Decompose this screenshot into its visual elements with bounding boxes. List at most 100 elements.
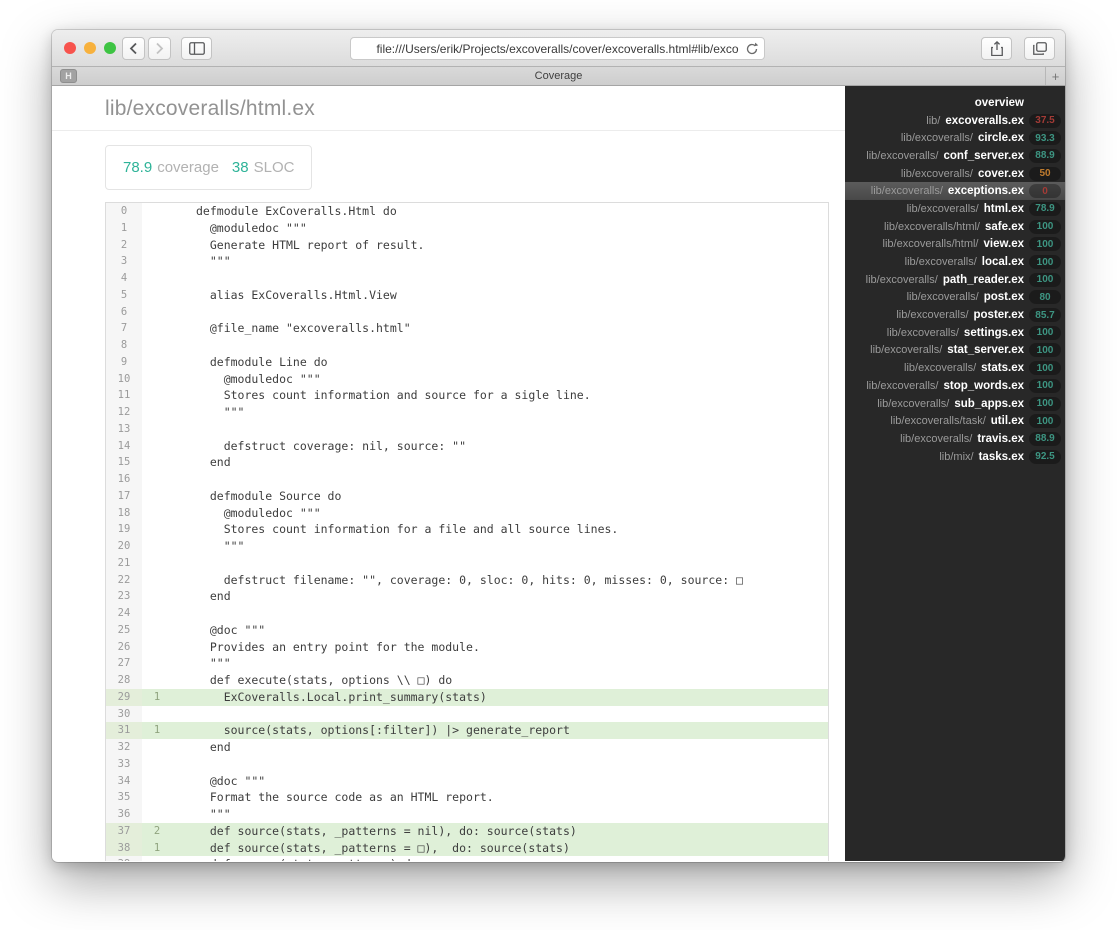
- line-hit-count: [142, 387, 172, 404]
- line-source: defmodule ExCoveralls.Html do: [196, 204, 397, 218]
- code-line-row: 10 @moduledoc """: [106, 370, 828, 388]
- coverage-percent-badge: 88.9: [1029, 148, 1061, 163]
- code-line-row: 36 """: [106, 806, 828, 823]
- code-line-row: 4: [106, 270, 828, 287]
- coverage-percent-badge: 78.9: [1029, 201, 1061, 216]
- code-line-row: 24: [106, 605, 828, 622]
- coverage-report-main: lib/excoveralls/html.ex 78.9 coverage 38…: [52, 86, 845, 861]
- line-source: end: [196, 589, 231, 604]
- sidebar-file-item[interactable]: lib/excoveralls/ post.ex 80: [845, 289, 1065, 307]
- sidebar-file-item[interactable]: lib/excoveralls/ circle.ex 93.3: [845, 129, 1065, 147]
- sidebar-file-item[interactable]: lib/excoveralls/html/ safe.ex 100: [845, 218, 1065, 236]
- sidebar-file-item[interactable]: lib/excoveralls/ conf_server.ex 88.9: [845, 147, 1065, 165]
- code-line-row: 33: [106, 755, 828, 773]
- file-name: stats.ex: [981, 362, 1024, 375]
- line-source: [172, 304, 196, 321]
- sidebar-panel-icon: [188, 42, 205, 55]
- file-directory: lib/excoveralls/: [866, 379, 939, 392]
- line-number: 33: [106, 755, 142, 773]
- sidebar-file-item[interactable]: lib/ excoveralls.ex 37.5: [845, 112, 1065, 130]
- line-source: [172, 337, 196, 354]
- code-line-row: 7 @file_name "excoveralls.html": [106, 320, 828, 337]
- coverage-percent-badge: 100: [1029, 325, 1061, 340]
- line-number: 30: [106, 705, 142, 723]
- line-source: def execute(stats, options \\ □) do: [196, 673, 453, 687]
- sidebar-file-item[interactable]: lib/excoveralls/ poster.ex 85.7: [845, 306, 1065, 324]
- coverage-percent-badge: 100: [1029, 414, 1061, 429]
- browser-toolbar: file:///Users/erik/Projects/excoveralls/…: [52, 30, 1065, 67]
- code-line-row: 1 @moduledoc """: [106, 219, 828, 237]
- file-directory: lib/excoveralls/: [886, 326, 959, 339]
- line-number: 8: [106, 337, 142, 354]
- sidebar-file-item[interactable]: lib/excoveralls/ html.ex 78.9: [845, 200, 1065, 218]
- line-hit-count: [142, 572, 172, 589]
- line-number: 21: [106, 554, 142, 572]
- file-name: conf_server.ex: [943, 149, 1024, 162]
- sidebar-file-item[interactable]: lib/excoveralls/ cover.ex 50: [845, 165, 1065, 183]
- line-source: [172, 605, 196, 622]
- file-name: poster.ex: [973, 309, 1025, 322]
- line-number: 9: [106, 353, 142, 371]
- line-number: 18: [106, 504, 142, 522]
- file-directory: lib/excoveralls/: [866, 149, 939, 162]
- line-hit-count: 2: [153, 824, 161, 837]
- sidebar-file-item[interactable]: lib/excoveralls/ exceptions.ex 0: [845, 182, 1065, 201]
- sidebar-file-item[interactable]: lib/excoveralls/html/ view.ex 100: [845, 236, 1065, 254]
- close-button[interactable]: [64, 42, 76, 54]
- tab-favicon: H: [60, 69, 77, 83]
- sidebar-file-item[interactable]: lib/excoveralls/ sub_apps.ex 100: [845, 395, 1065, 413]
- share-button[interactable]: [981, 37, 1012, 60]
- coverage-metric: 78.9 coverage: [123, 159, 219, 176]
- line-number: 25: [106, 621, 142, 639]
- sidebar-file-item[interactable]: lib/excoveralls/ stats.ex 100: [845, 359, 1065, 377]
- line-number: 35: [106, 789, 142, 806]
- line-source: [172, 756, 196, 773]
- forward-chevron-icon: [155, 42, 164, 55]
- sidebar-file-item[interactable]: lib/excoveralls/ travis.ex 88.9: [845, 430, 1065, 448]
- code-line-row: 16: [106, 471, 828, 488]
- line-source: [172, 471, 196, 488]
- file-name: tasks.ex: [978, 450, 1024, 463]
- sidebar-file-item[interactable]: overview: [845, 94, 1065, 112]
- line-source: @moduledoc """: [196, 220, 307, 235]
- line-source: Stores count information for a file and …: [196, 522, 619, 537]
- code-line-row: 5 alias ExCoveralls.Html.View: [106, 286, 828, 304]
- forward-button[interactable]: [148, 37, 171, 60]
- address-bar[interactable]: file:///Users/erik/Projects/excoveralls/…: [350, 37, 765, 60]
- sidebar-toggle-button[interactable]: [181, 37, 212, 60]
- back-button[interactable]: [122, 37, 145, 60]
- minimize-button[interactable]: [84, 42, 96, 54]
- file-directory: lib/excoveralls/: [877, 397, 950, 410]
- code-line-row: 26 Provides an entry point for the modul…: [106, 638, 828, 656]
- reload-icon[interactable]: [745, 42, 759, 56]
- file-directory: lib/excoveralls/: [900, 167, 973, 180]
- code-line-row: 8: [106, 337, 828, 354]
- line-source: @doc """: [196, 773, 266, 788]
- code-line-row: 28 def execute(stats, options \\ □) do: [106, 672, 828, 689]
- line-number: 5: [106, 286, 142, 304]
- sidebar-file-item[interactable]: lib/excoveralls/ path_reader.ex 100: [845, 271, 1065, 289]
- url-text: file:///Users/erik/Projects/excoveralls/…: [376, 41, 739, 56]
- sidebar-file-item[interactable]: lib/excoveralls/ stop_words.ex 100: [845, 377, 1065, 395]
- tab-overview-button[interactable]: [1024, 37, 1055, 60]
- file-directory: lib/excoveralls/: [870, 344, 943, 357]
- file-directory: lib/excoveralls/: [896, 309, 969, 322]
- sidebar-file-item[interactable]: lib/excoveralls/ stat_server.ex 100: [845, 342, 1065, 360]
- code-line-row: 34 @doc """: [106, 772, 828, 790]
- file-name: html.ex: [983, 202, 1024, 215]
- active-tab-title[interactable]: Coverage: [52, 70, 1065, 82]
- file-directory: lib/excoveralls/: [865, 273, 938, 286]
- new-tab-button[interactable]: +: [1045, 67, 1065, 85]
- line-hit-count: [142, 304, 172, 321]
- line-source: defstruct filename: "", coverage: 0, slo…: [196, 572, 743, 587]
- sidebar-file-item[interactable]: lib/excoveralls/task/ util.ex 100: [845, 412, 1065, 430]
- sidebar-file-item[interactable]: lib/excoveralls/ settings.ex 100: [845, 324, 1065, 342]
- sidebar-file-item[interactable]: lib/excoveralls/ local.ex 100: [845, 253, 1065, 271]
- sidebar-file-item[interactable]: lib/mix/ tasks.ex 92.5: [845, 448, 1065, 466]
- line-number: 31: [106, 722, 142, 739]
- file-name: safe.ex: [984, 220, 1024, 233]
- share-icon: [990, 41, 1003, 56]
- zoom-button[interactable]: [104, 42, 116, 54]
- line-source: def source(stats, _patterns = nil), do: …: [196, 823, 577, 838]
- code-line-row: 29 1 ExCoveralls.Local.print_summary(sta…: [106, 688, 828, 706]
